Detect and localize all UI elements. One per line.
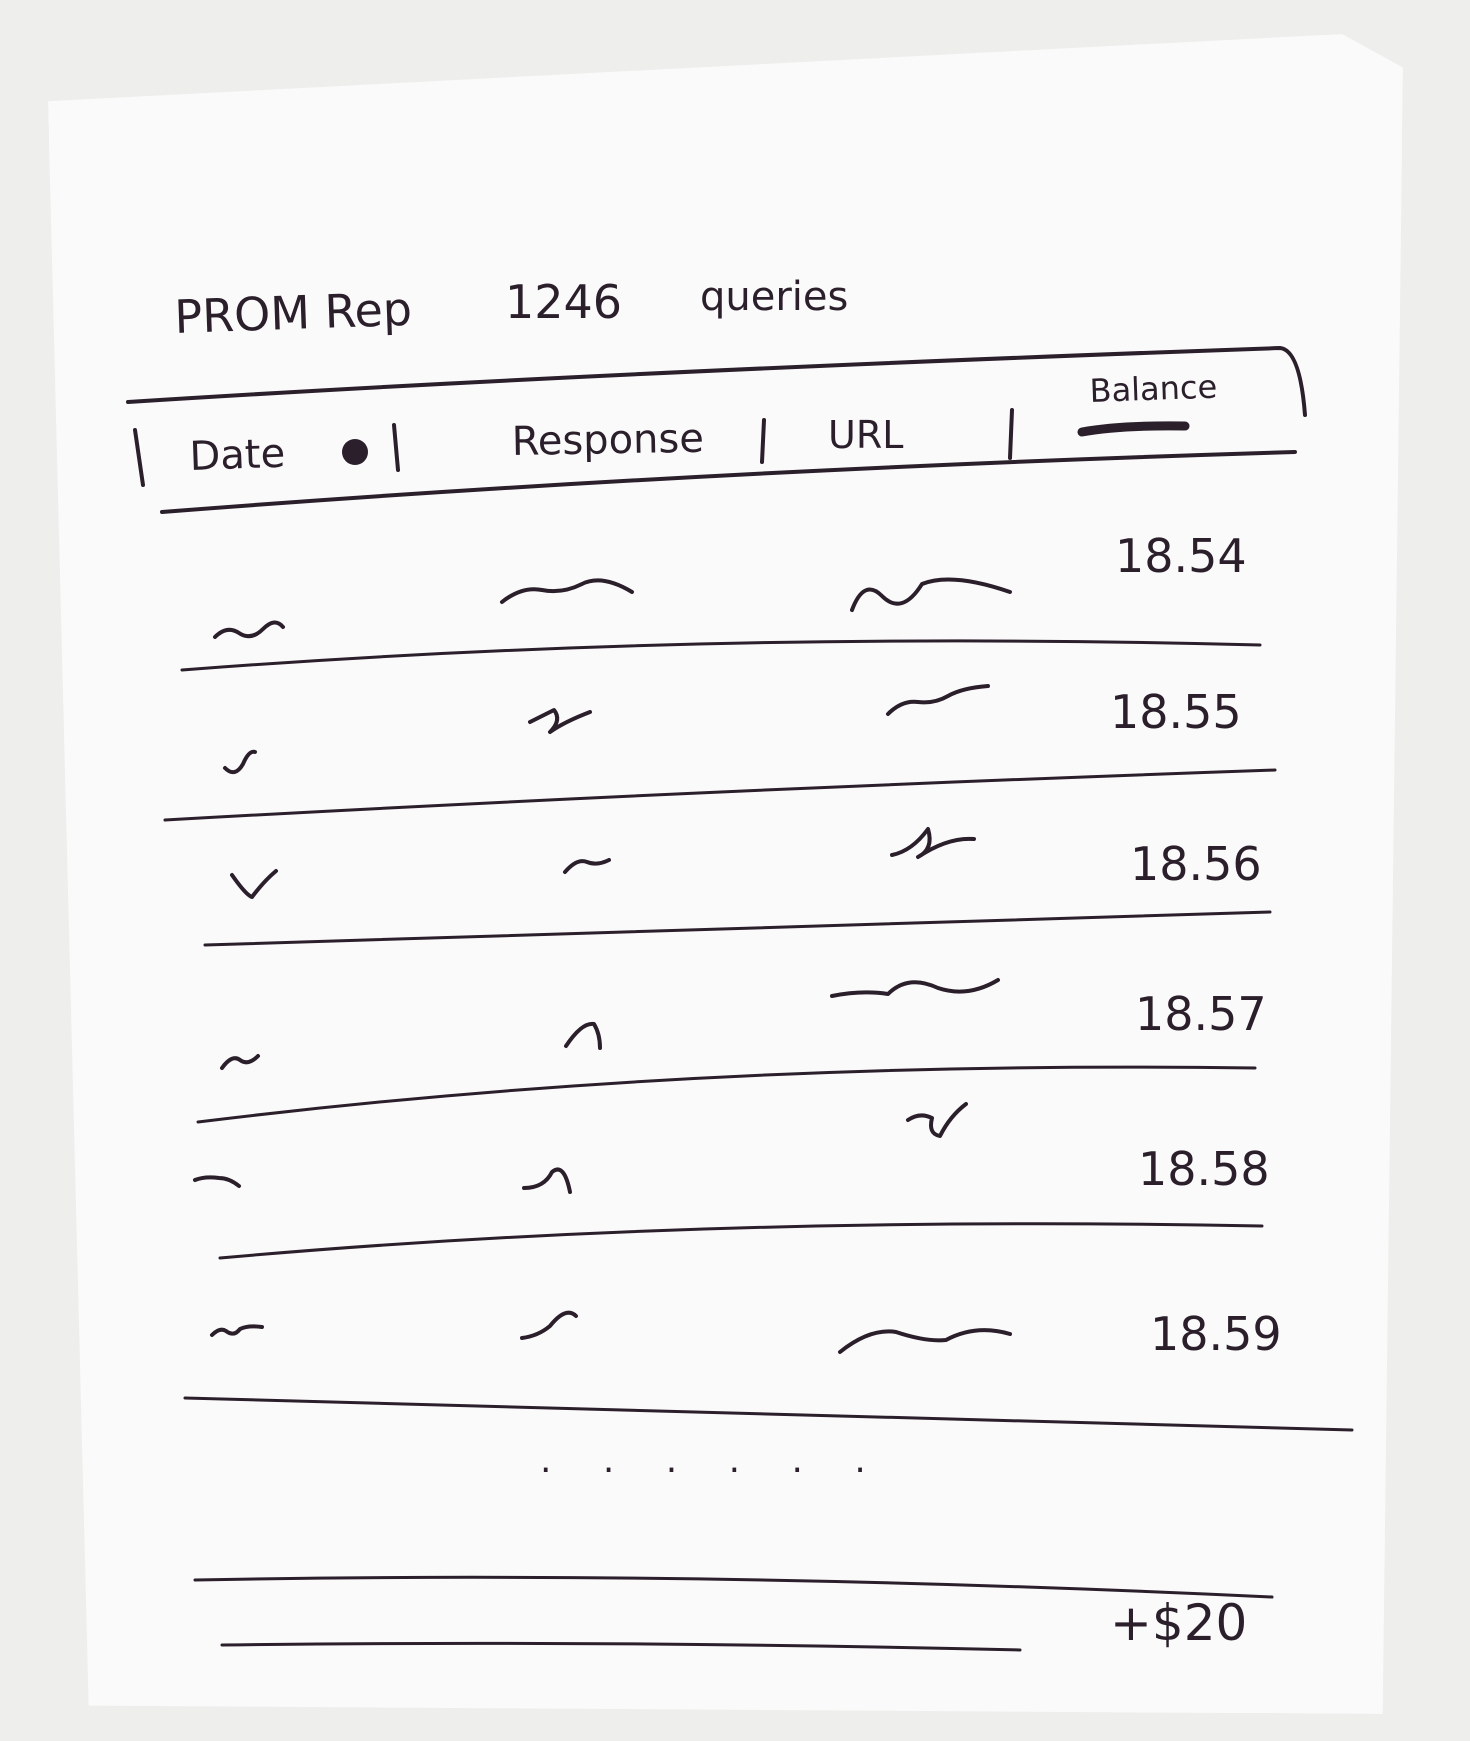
query-count: 1246 bbox=[505, 275, 622, 329]
column-header-response[interactable]: Response bbox=[511, 416, 704, 465]
scribble-out-mark bbox=[1077, 421, 1190, 437]
date-placeholder-squiggle bbox=[213, 620, 285, 639]
table-header-bottom-border bbox=[160, 450, 1297, 514]
table-row[interactable]: 18.54 bbox=[213, 529, 1247, 639]
date-placeholder-squiggle bbox=[193, 1175, 241, 1188]
response-placeholder-squiggle bbox=[500, 578, 634, 604]
row-divider bbox=[183, 1396, 1354, 1432]
table-row[interactable]: 18.55 bbox=[223, 684, 1242, 775]
column-header-url[interactable]: URL bbox=[828, 413, 903, 457]
url-placeholder-squiggle bbox=[838, 1328, 1012, 1354]
date-placeholder-squiggle bbox=[223, 749, 257, 775]
balance-value: 18.56 bbox=[1130, 837, 1262, 891]
more-rows-ellipsis: . . . . . . bbox=[540, 1440, 886, 1481]
response-placeholder-squiggle bbox=[528, 708, 592, 734]
response-placeholder-squiggle bbox=[564, 1021, 602, 1050]
url-placeholder-squiggle bbox=[830, 978, 1000, 998]
balance-value: 18.54 bbox=[1115, 529, 1247, 583]
table-row[interactable]: 18.56 bbox=[230, 827, 1262, 899]
footer-bottom-line bbox=[220, 1641, 1022, 1652]
column-divider bbox=[392, 423, 400, 472]
sketch-canvas: PROM Rep 1246 queries Date Response URL … bbox=[126, 274, 1354, 1652]
row-divider bbox=[180, 639, 1262, 672]
sort-indicator-icon[interactable] bbox=[342, 439, 368, 465]
column-header-balance[interactable]: Balance bbox=[1089, 368, 1218, 410]
table-row[interactable]: 18.59 bbox=[210, 1307, 1282, 1361]
table-row[interactable]: 18.57 bbox=[220, 978, 1267, 1070]
balance-value: 18.57 bbox=[1135, 987, 1267, 1041]
url-placeholder-squiggle bbox=[886, 684, 990, 716]
date-placeholder-squiggle bbox=[230, 869, 278, 899]
row-divider bbox=[218, 1222, 1264, 1260]
column-divider bbox=[1008, 408, 1014, 460]
total-value: +$20 bbox=[1110, 1594, 1247, 1652]
table-row[interactable]: 18.58 bbox=[193, 1102, 1270, 1196]
url-placeholder-squiggle bbox=[906, 1102, 968, 1138]
row-divider bbox=[196, 1065, 1257, 1124]
column-divider-left bbox=[133, 428, 145, 487]
balance-value: 18.58 bbox=[1138, 1142, 1270, 1196]
balance-value: 18.55 bbox=[1110, 685, 1242, 739]
report-title: PROM Rep bbox=[173, 282, 412, 344]
query-count-label: queries bbox=[700, 274, 848, 320]
date-placeholder-squiggle bbox=[220, 1054, 260, 1070]
column-header-date[interactable]: Date bbox=[189, 431, 286, 480]
response-placeholder-squiggle bbox=[563, 858, 611, 874]
url-placeholder-squiggle bbox=[850, 577, 1012, 612]
column-divider bbox=[760, 418, 766, 464]
row-divider bbox=[203, 910, 1272, 947]
response-placeholder-squiggle bbox=[522, 1167, 572, 1194]
url-placeholder-squiggle bbox=[890, 827, 976, 859]
balance-value: 18.59 bbox=[1150, 1307, 1282, 1361]
row-divider bbox=[163, 768, 1277, 822]
date-placeholder-squiggle bbox=[210, 1324, 264, 1337]
response-placeholder-squiggle bbox=[520, 1310, 578, 1340]
